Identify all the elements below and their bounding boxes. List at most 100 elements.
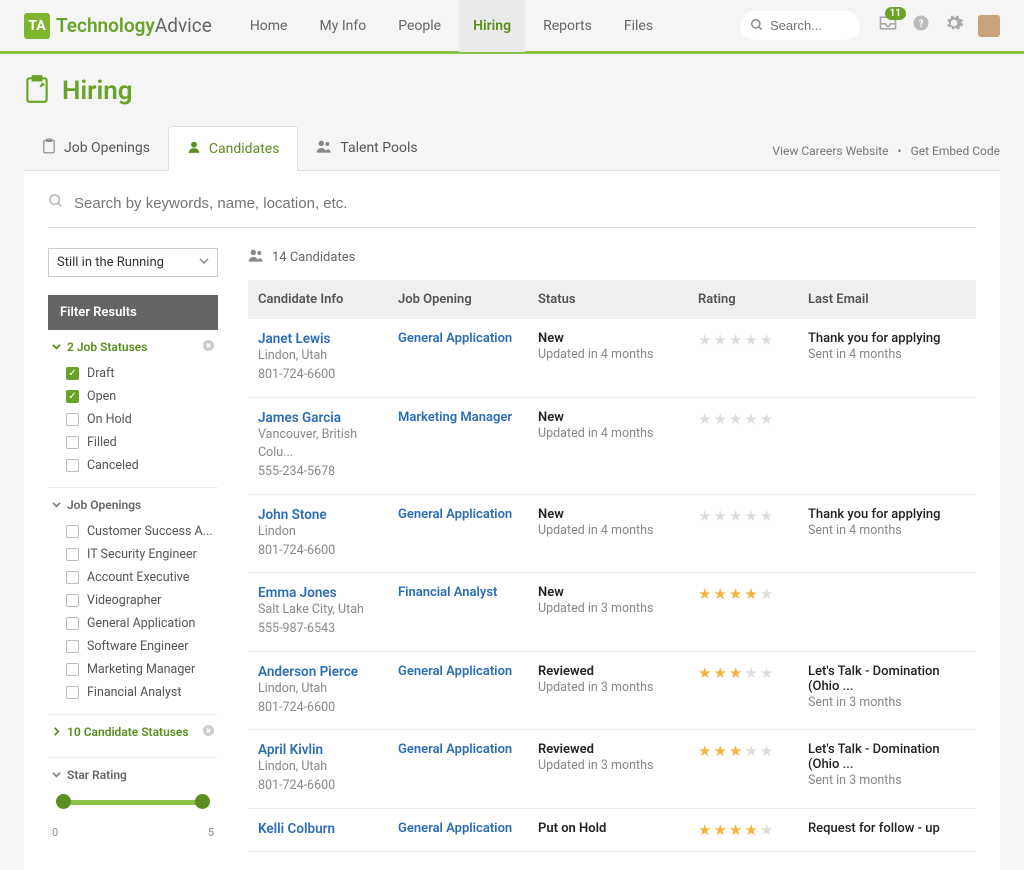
filter-option[interactable]: Financial Analyst <box>52 681 214 704</box>
filter-option[interactable]: General Application <box>52 612 214 635</box>
slider-knob-min[interactable] <box>56 794 71 809</box>
tab-talent-pools[interactable]: Talent Pools <box>298 126 435 170</box>
filter-option[interactable]: IT Security Engineer <box>52 543 214 566</box>
star-rating-slider[interactable] <box>58 794 208 824</box>
filter-option[interactable]: On Hold <box>52 408 214 431</box>
embed-code-link[interactable]: Get Embed Code <box>911 144 1000 158</box>
nav-item-my-info[interactable]: My Info <box>306 0 381 52</box>
keyword-search-input[interactable] <box>74 195 976 212</box>
candidate-name-link[interactable]: April Kivlin <box>258 742 378 758</box>
filter-title-job-openings[interactable]: Job Openings <box>52 498 214 512</box>
star-rating[interactable]: ★★★★★ <box>698 585 775 603</box>
checkbox-icon[interactable] <box>66 686 79 699</box>
email-subject: Let's Talk - Domination (Ohio ... <box>808 664 966 694</box>
job-opening-link[interactable]: General Application <box>398 821 512 836</box>
people-icon <box>316 139 332 157</box>
checkbox-icon[interactable] <box>66 594 79 607</box>
email-subject: Thank you for applying <box>808 507 966 522</box>
filter-sidebar: Still in the Running Filter Results 2 Jo… <box>48 248 218 852</box>
checkbox-icon[interactable] <box>66 436 79 449</box>
checkbox-icon[interactable] <box>66 640 79 653</box>
careers-website-link[interactable]: View Careers Website <box>772 144 888 158</box>
star-rating[interactable]: ★★★★★ <box>698 664 775 682</box>
top-bar: TA TechnologyAdvice HomeMy InfoPeopleHir… <box>0 0 1024 54</box>
checkbox-icon[interactable] <box>66 459 79 472</box>
table-row: Janet LewisLindon, Utah801-724-6600Gener… <box>248 319 976 397</box>
candidate-phone: 801-724-6600 <box>258 699 378 718</box>
candidate-name-link[interactable]: James Garcia <box>258 410 378 426</box>
filter-option-label: Open <box>87 389 116 404</box>
user-avatar[interactable] <box>978 15 1000 37</box>
filter-option[interactable]: Software Engineer <box>52 635 214 658</box>
filter-option[interactable]: Customer Success A... <box>52 520 214 543</box>
candidate-name-link[interactable]: John Stone <box>258 507 378 523</box>
candidate-name-link[interactable]: Kelli Colburn <box>258 821 378 837</box>
filter-title-job-statuses[interactable]: 2 Job Statuses <box>52 340 214 354</box>
job-opening-link[interactable]: General Application <box>398 664 512 679</box>
clear-filter-icon[interactable] <box>203 725 214 739</box>
job-opening-link[interactable]: General Application <box>398 742 512 757</box>
filter-title-candidate-statuses[interactable]: 10 Candidate Statuses <box>52 725 214 739</box>
page-region: Hiring Job OpeningsCandidatesTalent Pool… <box>0 54 1024 870</box>
filter-option-label: Filled <box>87 435 117 450</box>
email-sent: Sent in 3 months <box>808 694 966 713</box>
nav-item-home[interactable]: Home <box>236 0 302 52</box>
help-icon[interactable]: ? <box>912 14 930 37</box>
col-job-opening: Job Opening <box>388 280 528 319</box>
nav-item-files[interactable]: Files <box>610 0 667 52</box>
clear-filter-icon[interactable] <box>203 340 214 354</box>
svg-text:?: ? <box>919 19 924 30</box>
star-rating[interactable]: ★★★★★ <box>698 742 775 760</box>
slider-min-label: 0 <box>52 826 58 839</box>
tab-candidates[interactable]: Candidates <box>168 126 299 171</box>
checkbox-icon[interactable] <box>66 413 79 426</box>
filter-option[interactable]: Open <box>52 385 214 408</box>
filter-option-label: IT Security Engineer <box>87 547 197 562</box>
filter-option[interactable]: Account Executive <box>52 566 214 589</box>
filter-option[interactable]: Videographer <box>52 589 214 612</box>
tab-job-openings[interactable]: Job Openings <box>24 126 168 170</box>
job-opening-link[interactable]: Financial Analyst <box>398 585 497 600</box>
checkbox-icon[interactable] <box>66 525 79 538</box>
filter-option[interactable]: Draft <box>52 362 214 385</box>
slider-knob-max[interactable] <box>195 794 210 809</box>
checkbox-icon[interactable] <box>66 548 79 561</box>
checkbox-icon[interactable] <box>66 367 79 380</box>
tabs: Job Openings CandidatesTalent Pools View … <box>24 126 1000 171</box>
checkbox-icon[interactable] <box>66 663 79 676</box>
brand-logo[interactable]: TA TechnologyAdvice <box>24 13 212 39</box>
star-rating[interactable]: ★★★★★ <box>698 331 775 349</box>
chevron-down-icon <box>52 340 61 354</box>
inbox-icon[interactable]: 11 <box>878 13 898 38</box>
candidate-location: Salt Lake City, Utah <box>258 601 378 620</box>
filter-title-star-rating[interactable]: Star Rating <box>52 768 214 782</box>
star-rating[interactable]: ★★★★★ <box>698 821 775 839</box>
filter-option-label: On Hold <box>87 412 132 427</box>
nav-item-hiring[interactable]: Hiring <box>459 0 525 52</box>
col-rating: Rating <box>688 280 798 319</box>
checkbox-icon[interactable] <box>66 571 79 584</box>
brand-text: TechnologyAdvice <box>56 14 212 37</box>
nav-item-reports[interactable]: Reports <box>529 0 606 52</box>
tab-label: Job Openings <box>64 140 150 156</box>
filter-option[interactable]: Filled <box>52 431 214 454</box>
checkbox-icon[interactable] <box>66 390 79 403</box>
checkbox-icon[interactable] <box>66 617 79 630</box>
candidate-count-label: 14 Candidates <box>272 250 355 265</box>
job-opening-link[interactable]: General Application <box>398 507 512 522</box>
separator-dot: • <box>898 144 902 158</box>
filter-option[interactable]: Canceled <box>52 454 214 477</box>
job-opening-link[interactable]: Marketing Manager <box>398 410 512 425</box>
star-rating[interactable]: ★★★★★ <box>698 410 775 428</box>
status-sub: Updated in 3 months <box>538 757 678 776</box>
candidate-name-link[interactable]: Anderson Pierce <box>258 664 378 680</box>
star-rating[interactable]: ★★★★★ <box>698 507 775 525</box>
nav-item-people[interactable]: People <box>384 0 455 52</box>
filter-option[interactable]: Marketing Manager <box>52 658 214 681</box>
gear-icon[interactable] <box>944 13 964 38</box>
candidate-name-link[interactable]: Janet Lewis <box>258 331 378 347</box>
status-label: New <box>538 585 678 600</box>
job-opening-link[interactable]: General Application <box>398 331 512 346</box>
running-filter-select[interactable]: Still in the Running <box>48 248 218 277</box>
candidate-name-link[interactable]: Emma Jones <box>258 585 378 601</box>
